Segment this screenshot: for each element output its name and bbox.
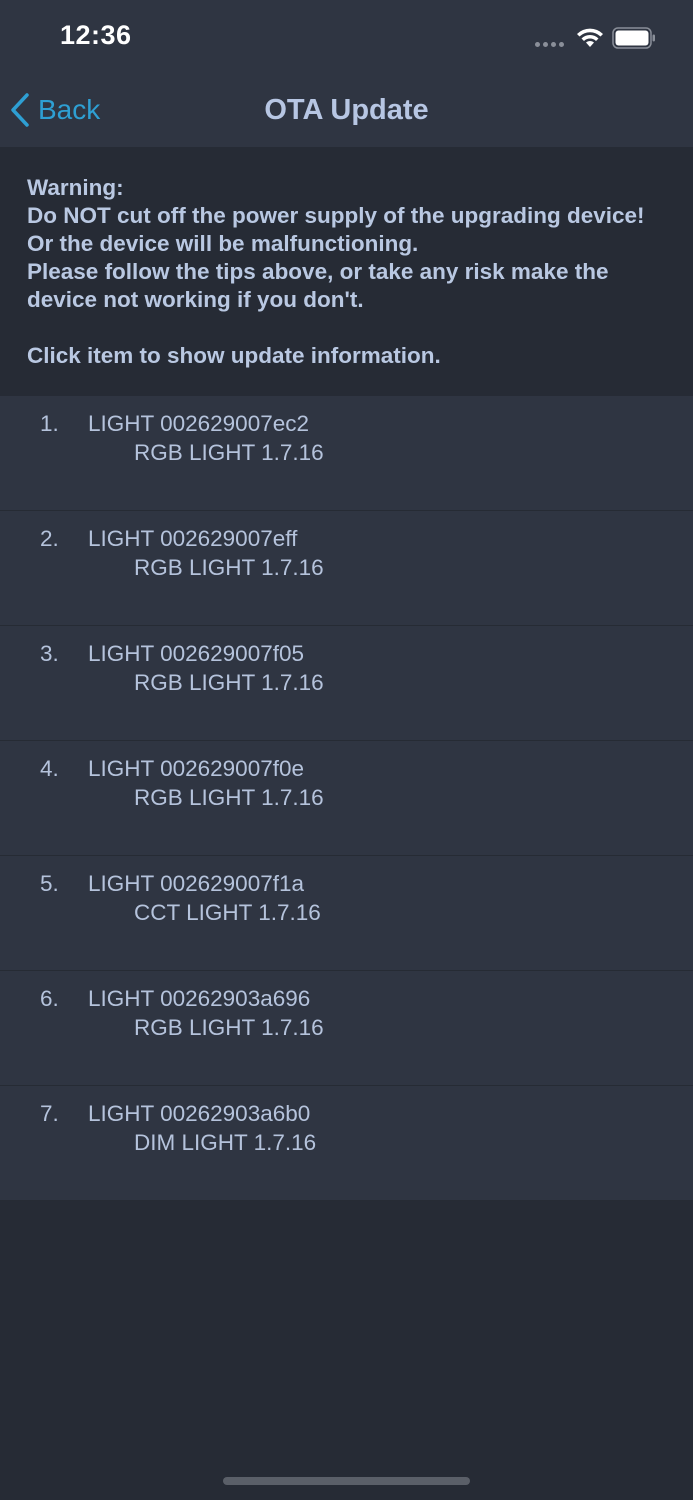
device-detail: RGB LIGHT 1.7.16: [134, 555, 324, 580]
list-item[interactable]: 6. LIGHT 00262903a696 RGB LIGHT 1.7.16: [0, 971, 693, 1086]
battery-icon: [612, 27, 655, 49]
device-name: LIGHT 002629007eff: [88, 526, 298, 551]
list-item[interactable]: 5. LIGHT 002629007f1a CCT LIGHT 1.7.16: [0, 856, 693, 971]
item-index: 4.: [40, 756, 59, 781]
wifi-icon: [577, 28, 603, 47]
list-item[interactable]: 1. LIGHT 002629007ec2 RGB LIGHT 1.7.16: [0, 396, 693, 511]
header: 12:36 Back OTA Update: [0, 0, 693, 147]
cellular-signal-icon: [535, 42, 567, 48]
device-detail: CCT LIGHT 1.7.16: [134, 900, 321, 925]
item-index: 1.: [40, 411, 59, 436]
page-title: OTA Update: [264, 94, 429, 126]
item-index: 6.: [40, 986, 59, 1011]
home-indicator[interactable]: [223, 1477, 470, 1485]
list-item[interactable]: 4. LIGHT 002629007f0e RGB LIGHT 1.7.16: [0, 741, 693, 856]
item-index: 7.: [40, 1101, 59, 1126]
device-detail: RGB LIGHT 1.7.16: [134, 1015, 324, 1040]
device-name: LIGHT 002629007f0e: [88, 756, 305, 781]
device-detail: DIM LIGHT 1.7.16: [134, 1130, 317, 1155]
list-item[interactable]: 3. LIGHT 002629007f05 RGB LIGHT 1.7.16: [0, 626, 693, 741]
warning-hint: Click item to show update information.: [27, 343, 441, 368]
device-name: LIGHT 002629007ec2: [88, 411, 310, 436]
device-name: LIGHT 002629007f1a: [88, 871, 305, 896]
item-index: 5.: [40, 871, 59, 896]
warning-text: Warning: Do NOT cut off the power supply…: [27, 175, 645, 312]
device-list: 1. LIGHT 002629007ec2 RGB LIGHT 1.7.16 2…: [0, 396, 693, 1201]
ota-update-screen: 12:36 Back OTA Update Warning: Do NOT cu…: [0, 0, 693, 1500]
list-item[interactable]: 2. LIGHT 002629007eff RGB LIGHT 1.7.16: [0, 511, 693, 626]
warning-panel: Warning: Do NOT cut off the power supply…: [0, 147, 693, 396]
device-name: LIGHT 002629007f05: [88, 641, 305, 666]
device-name: LIGHT 00262903a6b0: [88, 1101, 311, 1126]
status-time: 12:36: [60, 20, 132, 50]
item-index: 2.: [40, 526, 59, 551]
list-item[interactable]: 7. LIGHT 00262903a6b0 DIM LIGHT 1.7.16: [0, 1086, 693, 1201]
device-name: LIGHT 00262903a696: [88, 986, 311, 1011]
device-detail: RGB LIGHT 1.7.16: [134, 670, 324, 695]
device-detail: RGB LIGHT 1.7.16: [134, 440, 324, 465]
device-detail: RGB LIGHT 1.7.16: [134, 785, 324, 810]
item-index: 3.: [40, 641, 59, 666]
